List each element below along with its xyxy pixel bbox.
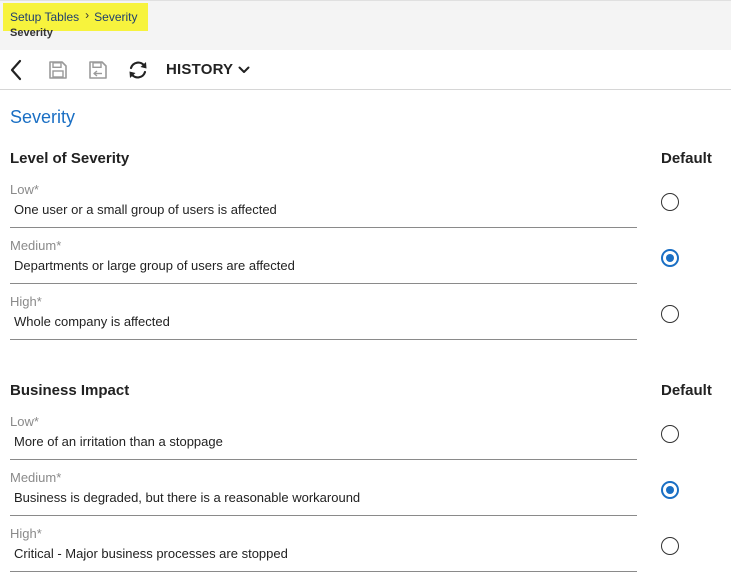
impact-medium-default-radio[interactable] bbox=[661, 481, 679, 499]
default-column-header: Default bbox=[661, 150, 712, 167]
save-close-icon bbox=[89, 60, 107, 79]
impact-high-field[interactable]: High* Critical - Major business processe… bbox=[10, 526, 637, 572]
refresh-button[interactable] bbox=[127, 59, 149, 81]
history-dropdown[interactable]: HISTORY bbox=[166, 61, 250, 78]
field-value[interactable]: Whole company is affected bbox=[14, 314, 170, 329]
page-header: Setup Tables › Severity Severity bbox=[0, 0, 731, 50]
impact-low-default-radio[interactable] bbox=[661, 425, 679, 443]
field-value[interactable]: Business is degraded, but there is a rea… bbox=[14, 490, 360, 505]
field-label: High* bbox=[10, 294, 42, 309]
severity-high-field[interactable]: High* Whole company is affected bbox=[10, 294, 637, 340]
back-icon bbox=[10, 59, 22, 80]
severity-medium-field[interactable]: Medium* Departments or large group of us… bbox=[10, 238, 637, 284]
refresh-icon bbox=[129, 61, 147, 78]
breadcrumb-setup-tables[interactable]: Setup Tables bbox=[10, 10, 79, 24]
field-value[interactable]: Departments or large group of users are … bbox=[14, 258, 295, 273]
field-label: Low* bbox=[10, 182, 39, 197]
field-label: Medium* bbox=[10, 470, 62, 485]
field-label: Medium* bbox=[10, 238, 62, 253]
severity-medium-default-radio[interactable] bbox=[661, 249, 679, 267]
chevron-right-icon: › bbox=[85, 8, 90, 22]
page-title: Severity bbox=[10, 107, 76, 127]
default-column-header: Default bbox=[661, 382, 712, 399]
back-button[interactable] bbox=[5, 59, 27, 81]
field-value[interactable]: Critical - Major business processes are … bbox=[14, 546, 288, 561]
impact-medium-field[interactable]: Medium* Business is degraded, but there … bbox=[10, 470, 637, 516]
impact-low-field[interactable]: Low* More of an irritation than a stoppa… bbox=[10, 414, 637, 460]
field-label: Low* bbox=[10, 414, 39, 429]
section-title-level-of-severity: Level of Severity bbox=[10, 150, 130, 167]
save-button[interactable] bbox=[47, 59, 69, 81]
field-value[interactable]: One user or a small group of users is af… bbox=[14, 202, 277, 217]
breadcrumb-severity[interactable]: Severity bbox=[94, 10, 137, 24]
section-title-business-impact: Business Impact bbox=[10, 382, 130, 399]
history-label: HISTORY bbox=[166, 61, 234, 78]
severity-high-default-radio[interactable] bbox=[661, 305, 679, 323]
page-subtitle: Severity bbox=[10, 27, 53, 39]
save-and-close-button[interactable] bbox=[87, 59, 109, 81]
save-icon bbox=[49, 60, 67, 79]
toolbar: HISTORY bbox=[0, 50, 731, 90]
chevron-down-icon bbox=[238, 66, 250, 73]
severity-low-field[interactable]: Low* One user or a small group of users … bbox=[10, 182, 637, 228]
field-value[interactable]: More of an irritation than a stoppage bbox=[14, 434, 223, 449]
field-label: High* bbox=[10, 526, 42, 541]
severity-low-default-radio[interactable] bbox=[661, 193, 679, 211]
impact-high-default-radio[interactable] bbox=[661, 537, 679, 555]
